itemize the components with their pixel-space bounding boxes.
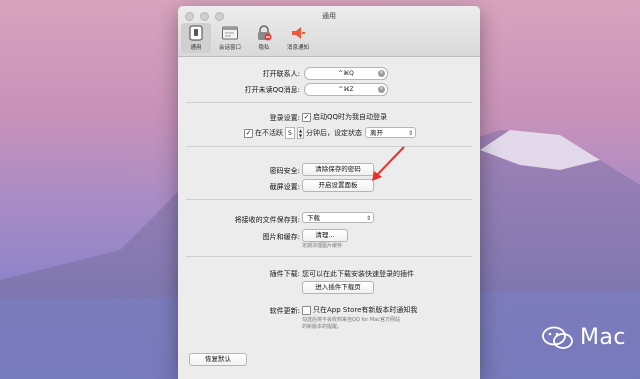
away-checkbox[interactable]: ✓	[244, 128, 253, 138]
open-contacts-hotkey-field[interactable]: ^⌘Q ×	[304, 67, 388, 80]
software-update-label: 软件更新:	[269, 307, 300, 315]
open-contacts-hotkey-value: ^⌘Q	[338, 70, 354, 77]
wechat-bubbles-icon	[542, 326, 573, 349]
open-unread-hotkey-value: ^⌘Z	[338, 86, 354, 93]
images-cache-label: 图片和缓存:	[262, 233, 300, 241]
login-settings-label: 登录设置:	[269, 114, 300, 122]
phone-switch-icon	[187, 24, 205, 42]
preferences-window: 通用 通用 会话窗口 隐私 消息通知 打开联系人: ^⌘Q × 打开未读QQ消息…	[178, 6, 480, 379]
away-minutes-field[interactable]: 5	[285, 127, 295, 139]
save-location-select[interactable]: 下载 ⇕	[302, 212, 374, 223]
save-location-value: 下载	[307, 214, 320, 222]
tab-privacy-label: 隐私	[258, 45, 270, 51]
clean-cache-hint: 定期清理图片缓存	[302, 243, 343, 249]
window-title: 通用	[322, 12, 336, 20]
appstore-update-option[interactable]: 只在App Store有新版本时通知我	[302, 305, 417, 315]
auto-login-text: 启动QQ时为我自动登录	[313, 113, 388, 121]
divider	[186, 102, 472, 103]
tab-chat-window-label: 会话窗口	[218, 45, 241, 51]
plugin-download-page-button[interactable]: 进入插件下载页	[302, 281, 374, 294]
chevron-updown-icon: ⇕	[365, 215, 371, 222]
password-security-label: 密码安全:	[269, 167, 300, 175]
away-status-option: ✓ 在不活跃 5 ▲ ▼ 分钟后，设定状态	[244, 127, 362, 139]
tab-general-label: 通用	[190, 45, 202, 51]
auto-login-option[interactable]: ✓ 启动QQ时为我自动登录	[302, 112, 387, 122]
away-suffix-text: 分钟后，设定状态	[306, 129, 362, 137]
divider	[186, 199, 472, 200]
restore-defaults-button[interactable]: 恢复默认	[189, 353, 247, 366]
auto-login-checkbox[interactable]: ✓	[302, 112, 311, 122]
update-hint-line2: 的新版本的提醒。	[302, 324, 343, 330]
away-minutes-stepper[interactable]: ▲ ▼	[297, 127, 304, 139]
tab-notifications[interactable]: 消息通知	[283, 23, 313, 53]
tab-notifications-label: 消息通知	[286, 45, 309, 51]
clear-hotkey-icon[interactable]: ×	[378, 70, 385, 77]
window-titlebar: 通用 通用 会话窗口 隐私 消息通知	[178, 6, 480, 57]
plugin-download-text: 您可以在此下载安装快速登录的插件	[302, 270, 414, 278]
open-unread-label: 打开未读QQ消息:	[244, 86, 300, 94]
chevron-updown-icon: ⇕	[407, 130, 413, 137]
red-arrow-annotation	[372, 146, 405, 181]
save-files-to-label: 将接收的文件保存到:	[234, 216, 300, 224]
open-contacts-label: 打开联系人:	[262, 70, 300, 78]
away-prefix-text: 在不活跃	[255, 129, 283, 137]
preferences-toolbar: 通用 会话窗口 隐私 消息通知	[181, 23, 313, 53]
appstore-update-checkbox[interactable]	[302, 305, 311, 315]
tab-privacy[interactable]: 隐私	[249, 23, 279, 53]
divider	[186, 256, 472, 257]
appstore-update-text: 只在App Store有新版本时通知我	[313, 306, 418, 314]
away-status-select[interactable]: 离开 ⇕	[365, 127, 416, 138]
update-hint-line1: 勾选后将不会收到来自QQ for Mac官方网站	[302, 317, 401, 323]
clean-cache-button[interactable]: 清理...	[302, 229, 348, 242]
privacy-lock-icon	[255, 24, 273, 42]
preferences-content: 打开联系人: ^⌘Q × 打开未读QQ消息: ^⌘Z × 登录设置: ✓ 启动Q…	[178, 57, 480, 379]
notification-speaker-icon	[289, 24, 307, 42]
clear-hotkey-icon[interactable]: ×	[378, 86, 385, 93]
open-settings-panel-button[interactable]: 开启设置面板	[302, 179, 374, 192]
open-unread-hotkey-field[interactable]: ^⌘Z ×	[304, 83, 388, 96]
watermark-text: Mac	[579, 325, 626, 350]
screenshot-settings-label: 截屏设置:	[269, 183, 300, 191]
clear-saved-password-button[interactable]: 清除保存的密码	[302, 163, 374, 176]
plugin-download-label: 插件下载:	[269, 270, 300, 278]
divider	[186, 146, 472, 147]
chat-window-icon	[221, 24, 239, 42]
tab-chat-window[interactable]: 会话窗口	[215, 23, 245, 53]
wechat-mac-watermark: Mac	[542, 325, 626, 350]
tab-general[interactable]: 通用	[181, 23, 211, 53]
away-status-value: 离开	[370, 129, 383, 137]
